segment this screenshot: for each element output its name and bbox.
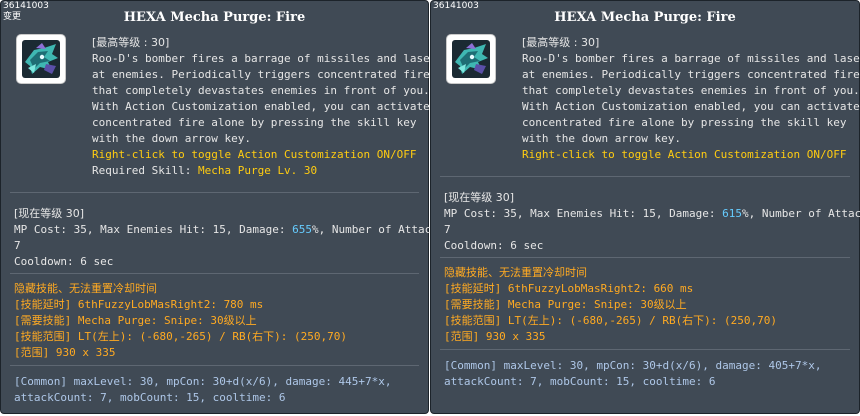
- divider: [440, 349, 850, 350]
- required-skill-label: Required Skill:: [92, 164, 198, 177]
- tech-line: [技能范围] LT(左上): (-680,-265) / RB(右下): (25…: [444, 314, 778, 327]
- action-customization-hint: Right-click to toggle Action Customizati…: [522, 148, 847, 161]
- divider: [10, 273, 419, 274]
- max-level: [最高等级 : 30]: [522, 36, 600, 49]
- damage-value: 655: [292, 223, 313, 236]
- common-section: [Common] maxLevel: 30, mpCon: 30+d(x/6),…: [14, 374, 420, 406]
- stats-prefix: MP Cost: 35, Max Enemies Hit: 15, Damage…: [444, 207, 723, 220]
- common-line: attackCount: 7, mobCount: 15, cooltime: …: [444, 375, 716, 388]
- stats-line: MP Cost: 35, Max Enemies Hit: 15, Damage…: [444, 206, 860, 222]
- technical-section: 隐藏技能、无法重置冷却时间 [技能延时] 6thFuzzyLobMasRight…: [444, 265, 851, 345]
- skill-icon-frame: [16, 34, 66, 84]
- skill-title: HEXA Mecha Purge: Fire: [554, 10, 736, 25]
- skill-title: HEXA Mecha Purge: Fire: [123, 10, 306, 25]
- hidden-skill-note: 隐藏技能、无法重置冷却时间: [444, 266, 587, 279]
- tech-line: [技能范围] LT(左上): (-680,-265) / RB(右下): (25…: [14, 330, 348, 343]
- cooldown: Cooldown: 6 sec: [14, 255, 114, 268]
- description-line: that completely devastates enemies in fr…: [92, 84, 430, 97]
- current-level: [现在等级 30]: [444, 191, 515, 204]
- description-line: at enemies. Periodically triggers concen…: [92, 68, 430, 81]
- attacks-value: 7: [14, 239, 21, 252]
- hidden-skill-note: 隐藏技能、无法重置冷却时间: [14, 282, 157, 295]
- common-line: [Common] maxLevel: 30, mpCon: 30+d(x/6),…: [14, 375, 392, 388]
- common-section: [Common] maxLevel: 30, mpCon: 30+d(x/6),…: [444, 358, 851, 390]
- description-line: that completely devastates enemies in fr…: [522, 84, 860, 97]
- required-skill: Required Skill: Mecha Purge Lv. 30: [92, 163, 420, 179]
- divider: [440, 176, 850, 177]
- current-level-section: [现在等级 30] MP Cost: 35, Max Enemies Hit: …: [444, 190, 860, 254]
- required-skill-value: Mecha Purge Lv. 30: [197, 164, 318, 177]
- max-level: [最高等级 : 30]: [92, 36, 170, 49]
- attacks-value: 7: [444, 223, 451, 236]
- divider: [10, 192, 419, 193]
- mecha-purge-fire-skill-icon: [22, 40, 60, 78]
- current-level: [现在等级 30]: [14, 207, 85, 220]
- skill-description-block: [最高等级 : 30] Roo-D's bomber fires a barra…: [92, 35, 443, 179]
- action-customization-hint: Right-click to toggle Action Customizati…: [92, 148, 417, 161]
- tech-line: [技能延时] 6thFuzzyLobMasRight2: 780 ms: [14, 298, 264, 311]
- stats-suffix: %, Number of Attacks:: [742, 207, 860, 220]
- tech-line: [技能延时] 6thFuzzyLobMasRight2: 660 ms: [444, 282, 694, 295]
- divider: [10, 365, 419, 366]
- skill-tooltip-left: 36141003 变更 HEXA Mecha Purge: Fire [最高等级…: [0, 0, 451, 414]
- description-line: with the down arrow key.: [522, 132, 681, 145]
- divider: [440, 257, 850, 258]
- description-line: concentrated fire alone by pressing the …: [92, 116, 417, 129]
- skill-tooltip-right: 36141003 HEXA Mecha Purge: Fire [最高等级 : …: [430, 0, 860, 414]
- stats-line: MP Cost: 35, Max Enemies Hit: 15, Damage…: [14, 222, 451, 238]
- technical-section: 隐藏技能、无法重置冷却时间 [技能延时] 6thFuzzyLobMasRight…: [14, 281, 420, 361]
- description-line: Roo-D's bomber fires a barrage of missil…: [92, 52, 443, 65]
- skill-description-block: [最高等级 : 30] Roo-D's bomber fires a barra…: [522, 35, 860, 163]
- tech-line: [范围] 930 x 335: [14, 346, 116, 359]
- description-line: with the down arrow key.: [92, 132, 251, 145]
- damage-value: 615: [722, 207, 743, 220]
- mecha-purge-fire-skill-icon: [452, 40, 490, 78]
- description-line: concentrated fire alone by pressing the …: [522, 116, 847, 129]
- skill-icon-frame: [446, 34, 496, 84]
- cooldown: Cooldown: 6 sec: [444, 239, 544, 252]
- description-line: With Action Customization enabled, you c…: [92, 100, 430, 113]
- current-level-section: [现在等级 30] MP Cost: 35, Max Enemies Hit: …: [14, 206, 451, 270]
- tech-line: [需要技能] Mecha Purge: Snipe: 30级以上: [14, 314, 257, 327]
- description-line: Roo-D's bomber fires a barrage of missil…: [522, 52, 860, 65]
- stats-prefix: MP Cost: 35, Max Enemies Hit: 15, Damage…: [14, 223, 293, 236]
- common-line: attackCount: 7, mobCount: 15, cooltime: …: [14, 391, 286, 404]
- description-line: With Action Customization enabled, you c…: [522, 100, 860, 113]
- tech-line: [需要技能] Mecha Purge: Snipe: 30级以上: [444, 298, 687, 311]
- description-line: at enemies. Periodically triggers concen…: [522, 68, 860, 81]
- tech-line: [范围] 930 x 335: [444, 330, 546, 343]
- common-line: [Common] maxLevel: 30, mpCon: 30+d(x/6),…: [444, 359, 822, 372]
